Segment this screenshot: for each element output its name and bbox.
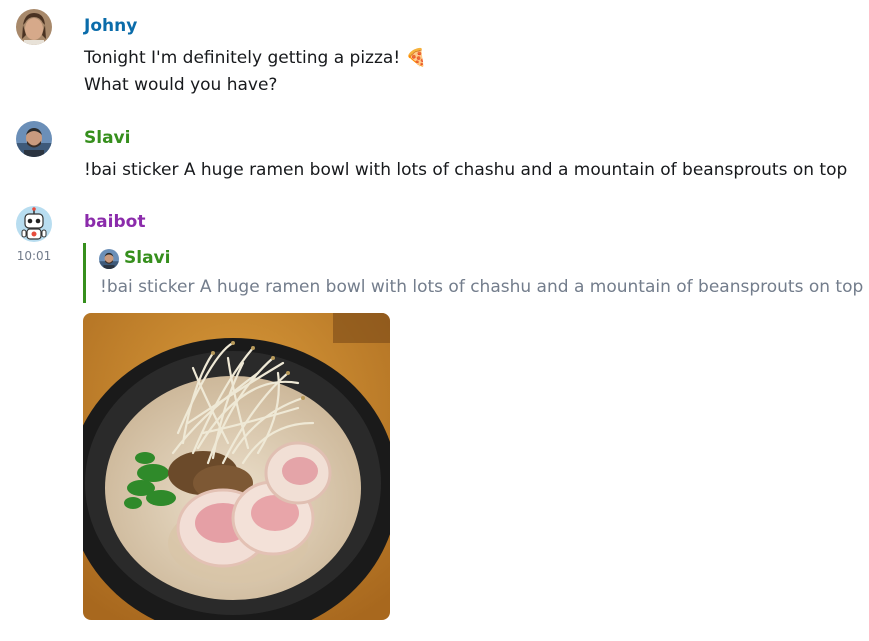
- reply-avatar-slavi: [99, 249, 119, 269]
- avatar-baibot[interactable]: [16, 206, 52, 242]
- avatar-johny[interactable]: [16, 9, 52, 45]
- message-line: What would you have?: [84, 75, 278, 95]
- slavi-avatar-icon: [99, 249, 119, 269]
- message-timeline: Johny Tonight I'm definitely getting a p…: [0, 0, 869, 641]
- ramen-sticker-image[interactable]: [83, 313, 390, 620]
- robot-avatar-icon: [16, 206, 52, 242]
- slavi-avatar-icon: [16, 121, 52, 157]
- message-line: Tonight I'm definitely getting a pizza! …: [84, 48, 427, 68]
- message-line: !bai sticker A huge ramen bowl with lots…: [84, 160, 848, 180]
- message-timestamp[interactable]: 10:01: [0, 249, 68, 263]
- sender-name[interactable]: Slavi: [84, 127, 130, 149]
- sender-name[interactable]: baibot: [84, 211, 145, 233]
- avatar-slavi[interactable]: [16, 121, 52, 157]
- sender-name[interactable]: Johny: [84, 15, 137, 37]
- reply-sender-name[interactable]: Slavi: [124, 247, 170, 269]
- reply-text: !bai sticker A huge ramen bowl with lots…: [100, 277, 864, 297]
- ramen-bowl-image-icon: [83, 313, 390, 620]
- johny-avatar-icon: [16, 9, 52, 45]
- reply-quote[interactable]: Slavi !bai sticker A huge ramen bowl wit…: [83, 243, 863, 303]
